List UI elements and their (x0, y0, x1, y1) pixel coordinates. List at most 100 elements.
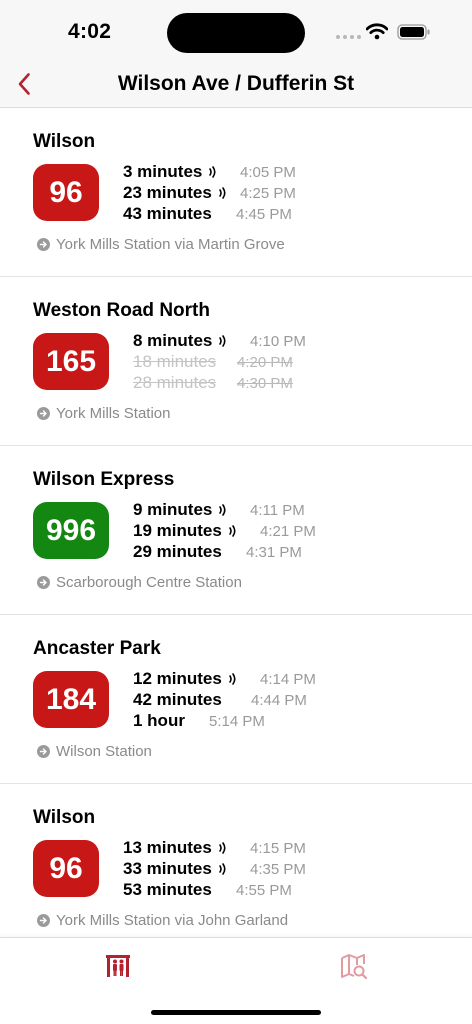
realtime-signal-icon (209, 166, 216, 178)
arrival-minutes: 13 minutes (123, 838, 212, 857)
cellular-signal-icon (336, 35, 361, 39)
arrival-clock-time: 4:44 PM (251, 692, 307, 709)
arrival-row: 42 minutes 4:44 PM (133, 690, 323, 711)
status-time: 4:02 (68, 20, 112, 43)
arrival-minutes: 1 hour (133, 711, 185, 730)
arrival-row: 43 minutes 4:45 PM (123, 204, 313, 225)
destination-text: York Mills Station (56, 405, 171, 422)
arrival-row: 29 minutes 4:31 PM (133, 542, 323, 563)
arrival-clock-time: 4:21 PM (260, 523, 316, 540)
arrival-row: 12 minutes 4:14 PM (133, 669, 323, 690)
arrival-minutes: 19 minutes (133, 521, 222, 540)
arrival-times: 13 minutes 4:15 PM 33 minutes 4:35 PM 53… (123, 838, 313, 901)
arrival-row: 1 hour 5:14 PM (133, 711, 323, 732)
route-name: Ancaster Park (33, 638, 161, 659)
arrival-clock-time: 4:11 PM (250, 502, 305, 519)
route-number-badge: 184 (33, 671, 109, 728)
realtime-signal-icon (219, 187, 226, 199)
arrival-clock-time: 4:20 PM (237, 354, 293, 371)
map-search-icon (341, 954, 368, 980)
arrival-minutes: 9 minutes (133, 500, 213, 519)
arrival-clock-time: 4:30 PM (237, 375, 293, 392)
realtime-signal-icon (219, 842, 226, 854)
route-destination: York Mills Station via Martin Grove (37, 236, 285, 253)
route-name: Weston Road North (33, 300, 210, 321)
arrow-right-circle-icon (37, 914, 50, 927)
realtime-signal-icon (229, 525, 236, 537)
route-number-badge: 96 (33, 840, 99, 897)
arrival-row: 13 minutes 4:15 PM (123, 838, 313, 859)
arrival-row: 8 minutes 4:10 PM (133, 331, 323, 352)
route-number-badge: 96 (33, 164, 99, 221)
home-indicator (151, 1010, 321, 1015)
arrow-right-circle-icon (37, 407, 50, 420)
arrival-clock-time: 4:25 PM (240, 185, 296, 202)
arrival-times: 8 minutes 4:10 PM 18 minutes 4:20 PM 28 … (133, 331, 323, 394)
route-number-badge: 996 (33, 502, 109, 559)
arrival-row: 3 minutes 4:05 PM (123, 162, 313, 183)
arrival-row: 23 minutes 4:25 PM (123, 183, 313, 204)
arrivals-list: Wilson 96 3 minutes 4:05 PM 23 minutes 4… (0, 108, 472, 937)
arrival-times: 12 minutes 4:14 PM 42 minutes 4:44 PM 1 … (133, 669, 323, 732)
status-bar: 4:02 (0, 0, 472, 62)
arrival-clock-time: 4:45 PM (236, 206, 292, 223)
destination-text: York Mills Station via John Garland (56, 912, 289, 929)
arrival-row: 18 minutes 4:20 PM (133, 352, 323, 373)
arrival-minutes: 23 minutes (123, 183, 212, 202)
arrival-minutes: 3 minutes (123, 162, 203, 181)
battery-icon (397, 24, 430, 40)
arrival-clock-time: 4:14 PM (260, 671, 316, 688)
arrival-minutes: 8 minutes (133, 331, 213, 350)
arrival-minutes: 28 minutes (133, 373, 217, 392)
arrival-row: 28 minutes 4:30 PM (133, 373, 323, 394)
route-destination: Wilson Station (37, 743, 152, 760)
tab-map-search[interactable] (338, 950, 370, 982)
arrow-right-circle-icon (37, 745, 50, 758)
route-card[interactable]: Ancaster Park 184 12 minutes 4:14 PM 42 … (0, 615, 472, 784)
arrival-row: 53 minutes 4:55 PM (123, 880, 313, 901)
arrival-minutes: 12 minutes (133, 669, 222, 688)
arrival-row: 19 minutes 4:21 PM (133, 521, 323, 542)
route-card[interactable]: Wilson 96 3 minutes 4:05 PM 23 minutes 4… (0, 108, 472, 277)
arrival-clock-time: 4:31 PM (246, 544, 302, 561)
arrival-clock-time: 5:14 PM (209, 713, 265, 730)
route-destination: Scarborough Centre Station (37, 574, 242, 591)
wifi-icon (366, 23, 388, 40)
destination-text: Wilson Station (56, 743, 152, 760)
realtime-signal-icon (219, 335, 226, 347)
arrival-minutes: 43 minutes (123, 204, 212, 223)
arrival-clock-time: 4:15 PM (250, 840, 306, 857)
arrival-times: 3 minutes 4:05 PM 23 minutes 4:25 PM 43 … (123, 162, 313, 225)
arrow-right-circle-icon (37, 238, 50, 251)
route-card[interactable]: Weston Road North 165 8 minutes 4:10 PM … (0, 277, 472, 446)
arrival-row: 9 minutes 4:11 PM (133, 500, 323, 521)
route-destination: York Mills Station via John Garland (37, 912, 288, 929)
arrival-minutes: 33 minutes (123, 859, 212, 878)
arrival-times: 9 minutes 4:11 PM 19 minutes 4:21 PM 29 … (133, 500, 323, 563)
arrival-minutes: 29 minutes (133, 542, 222, 561)
route-name: Wilson (33, 807, 96, 828)
arrow-right-circle-icon (37, 576, 50, 589)
page-title: Wilson Ave / Dufferin St (117, 72, 355, 95)
route-card[interactable]: Wilson 96 13 minutes 4:15 PM 33 minutes … (0, 784, 472, 937)
realtime-signal-icon (229, 673, 236, 685)
destination-text: Scarborough Centre Station (56, 574, 242, 591)
dynamic-island (167, 13, 305, 53)
route-card[interactable]: Wilson Express 996 9 minutes 4:11 PM 19 … (0, 446, 472, 615)
stop-arrivals-icon (106, 955, 130, 977)
destination-text: York Mills Station via Martin Grove (56, 236, 285, 253)
arrival-minutes: 18 minutes (133, 352, 217, 371)
route-name: Wilson (33, 131, 96, 152)
navigation-bar: Wilson Ave / Dufferin St (0, 62, 472, 108)
tab-stop-arrivals[interactable] (102, 950, 134, 982)
arrival-minutes: 42 minutes (133, 690, 222, 709)
arrival-clock-time: 4:05 PM (240, 164, 296, 181)
arrival-clock-time: 4:55 PM (236, 882, 292, 899)
route-number-badge: 165 (33, 333, 109, 390)
arrival-minutes: 53 minutes (123, 880, 212, 899)
arrival-clock-time: 4:10 PM (250, 333, 306, 350)
route-name: Wilson Express (33, 469, 175, 490)
realtime-signal-icon (219, 863, 226, 875)
arrival-clock-time: 4:35 PM (250, 861, 306, 878)
arrival-row: 33 minutes 4:35 PM (123, 859, 313, 880)
